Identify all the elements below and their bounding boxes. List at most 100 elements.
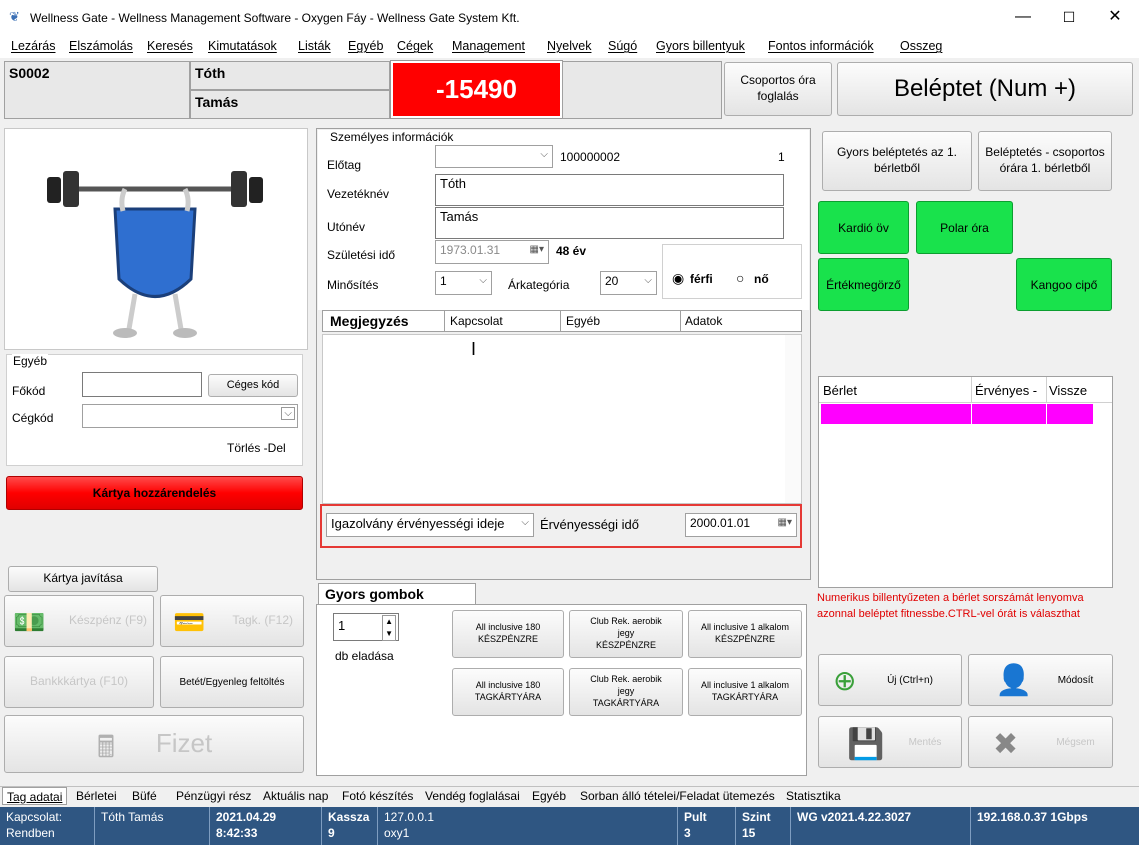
validity-date-picker[interactable]: 2000.01.01 ▦▾: [685, 513, 797, 537]
locker-button[interactable]: Értékmegörző: [818, 258, 909, 311]
col-ervenyes[interactable]: Érvényes -: [975, 383, 1037, 398]
mascot-image: [47, 171, 263, 338]
status-kassza: Kassza 9: [322, 807, 378, 845]
quick-btn-aerobik-cash[interactable]: Club Rek. aerobik jegy KÉSZPÉNZRE: [569, 610, 683, 658]
status-host: 127.0.0.1 oxy1: [378, 807, 678, 845]
price-cat-combo[interactable]: 20 ⌵: [600, 271, 657, 295]
prefix-combo[interactable]: ⌵: [435, 145, 553, 168]
member-id-box: S0002: [4, 61, 190, 119]
tab-egyeb[interactable]: Egyéb: [566, 314, 600, 328]
save-button[interactable]: 💾 Mentés: [818, 716, 962, 768]
cash-register-icon: 🖩: [97, 731, 115, 764]
group-booking-button[interactable]: Csoportos óra foglalás: [724, 62, 832, 116]
menu-osszeg[interactable]: Osszeg: [900, 39, 942, 53]
edit-button[interactable]: 👤 Módosít: [968, 654, 1113, 706]
tab-penzugyi-resz[interactable]: Pénzügyi rész: [172, 787, 255, 805]
checkin-button[interactable]: Beléptet (Num +): [837, 62, 1133, 116]
balance-display: -15490: [390, 60, 563, 119]
member-code: 100000002: [560, 150, 621, 164]
maximize-button[interactable]: ☐: [1046, 0, 1092, 36]
female-radio[interactable]: ○: [736, 270, 744, 286]
tab-tag-adatai[interactable]: Tag adatai: [2, 787, 68, 805]
kangoo-button[interactable]: Kangoo cipő: [1016, 258, 1112, 311]
group-checkin-button[interactable]: Beléptetés - csoportos órára 1. bérletbő…: [978, 131, 1112, 191]
quick-btn-ai1-card[interactable]: All inclusive 1 alkalom TAGKÁRTYÁRA: [688, 668, 802, 716]
firstname-input[interactable]: Tamás: [435, 207, 784, 239]
col-vissze[interactable]: Vissze: [1049, 383, 1087, 398]
hint-text: Numerikus billentyűzeten a bérlet sorszá…: [817, 592, 1084, 620]
cash-icon: 💵: [13, 607, 46, 637]
menu-sugo[interactable]: Súgó: [608, 39, 637, 53]
col-divider: [1046, 377, 1047, 403]
menu-gyors-billentyuk[interactable]: Gyors billentyuk: [656, 39, 745, 53]
menu-listak[interactable]: Listák: [298, 39, 331, 53]
cardio-button[interactable]: Kardió öv: [818, 201, 909, 254]
tab-foto-keszites[interactable]: Fotó készítés: [338, 787, 417, 805]
tab-aktualis-nap[interactable]: Aktuális nap: [259, 787, 332, 805]
birth-date-picker[interactable]: 1973.01.31 ▦▾: [435, 240, 549, 264]
tab-statisztika[interactable]: Statisztika: [782, 787, 845, 805]
validity-label: Érvényességi idő: [540, 517, 639, 532]
balance-value: -15490: [436, 74, 517, 104]
cegkod-combo[interactable]: ⌵: [82, 404, 298, 428]
card-assign-button[interactable]: Kártya hozzárendelés: [6, 476, 303, 510]
tab-berletei[interactable]: Bérletei: [72, 787, 121, 805]
menu-nyelvek[interactable]: Nyelvek: [547, 39, 591, 53]
qty-value: 1: [338, 618, 346, 633]
pay-button[interactable]: 🖩 Fizet: [4, 715, 304, 773]
tab-adatok[interactable]: Adatok: [685, 314, 722, 328]
id-validity-combo[interactable]: Igazolvány érvényességi ideje ⌵: [326, 513, 534, 537]
deposit-button[interactable]: Betét/Egyenleg feltöltés: [160, 656, 304, 708]
cancel-label: Mégsem: [1056, 736, 1095, 748]
header-last-name: Tóth: [195, 65, 226, 81]
notes-scrollbar[interactable]: [785, 335, 801, 503]
stepper-arrows-icon[interactable]: ▲ ▼: [382, 615, 396, 641]
menu-kimutatasok[interactable]: Kimutatások: [208, 39, 277, 53]
ceges-kod-button[interactable]: Céges kód: [208, 374, 298, 397]
card-icon: 💳: [173, 607, 206, 637]
quick-btn-aerobik-card[interactable]: Club Rek. aerobik jegy TAGKÁRTYÁRA: [569, 668, 683, 716]
notes-textarea[interactable]: I: [322, 334, 802, 504]
tab-egyeb-bottom[interactable]: Egyéb: [528, 787, 570, 805]
polar-button[interactable]: Polar óra: [916, 201, 1013, 254]
fast-checkin-button[interactable]: Gyors beléptetés az 1. bérletből: [822, 131, 972, 191]
col-divider: [971, 404, 972, 424]
quick-title: Gyors gombok: [325, 586, 424, 602]
table-row[interactable]: [821, 404, 1093, 424]
quick-btn-ai180-cash[interactable]: All inclusive 180 KÉSZPÉNZRE: [452, 610, 564, 658]
bank-card-button[interactable]: Bankkkártya (F10): [4, 656, 154, 708]
fokod-input[interactable]: [82, 372, 202, 397]
new-button[interactable]: ⊕ Új (Ctrl+n): [818, 654, 962, 706]
tab-vendeg-foglalasai[interactable]: Vendég foglalásai: [421, 787, 524, 805]
tab-kapcsolat[interactable]: Kapcsolat: [450, 314, 503, 328]
menu-fontos-informaciok[interactable]: Fontos információk: [768, 39, 874, 53]
tab-quick-buttons[interactable]: Gyors gombok: [318, 583, 476, 605]
rating-combo[interactable]: 1 ⌵: [435, 271, 492, 295]
calendar-icon: ▦▾: [529, 244, 544, 255]
quick-btn-ai180-card[interactable]: All inclusive 180 TAGKÁRTYÁRA: [452, 668, 564, 716]
menu-lezaras[interactable]: Lezárás: [11, 39, 55, 53]
tab-sorban-allo[interactable]: Sorban álló tételei/Feladat ütemezés: [576, 787, 779, 805]
tab-bufe[interactable]: Büfé: [128, 787, 161, 805]
birth-value: 1973.01.31: [440, 243, 501, 257]
male-radio[interactable]: ◉: [672, 270, 684, 287]
tab-megjegyzes[interactable]: Megjegyzés: [330, 313, 409, 329]
card-repair-button[interactable]: Kártya javítása: [8, 566, 158, 592]
menu-management[interactable]: Management: [452, 39, 525, 53]
minimize-button[interactable]: —: [1000, 0, 1046, 36]
close-button[interactable]: ✕: [1092, 0, 1138, 36]
cancel-button[interactable]: ✖ Mégsem: [968, 716, 1113, 768]
menu-elszamolas[interactable]: Elszámolás: [69, 39, 133, 53]
menu-kereses[interactable]: Keresés: [147, 39, 193, 53]
menu-egyeb[interactable]: Egyéb: [348, 39, 383, 53]
status-pult: Pult 3: [678, 807, 736, 845]
qty-stepper[interactable]: 1 ▲ ▼: [333, 613, 399, 641]
member-card-pay-button[interactable]: 💳 Tagk. (F12): [160, 595, 304, 647]
chevron-down-icon: ⌵: [644, 275, 652, 286]
quick-btn-ai1-cash[interactable]: All inclusive 1 alkalom KÉSZPÉNZRE: [688, 610, 802, 658]
col-berlet[interactable]: Bérlet: [823, 383, 857, 398]
menu-cegek[interactable]: Cégek: [397, 39, 433, 53]
surname-input[interactable]: Tóth: [435, 174, 784, 206]
cash-button[interactable]: 💵 Készpénz (F9): [4, 595, 154, 647]
text-cursor-icon: I: [471, 339, 477, 359]
